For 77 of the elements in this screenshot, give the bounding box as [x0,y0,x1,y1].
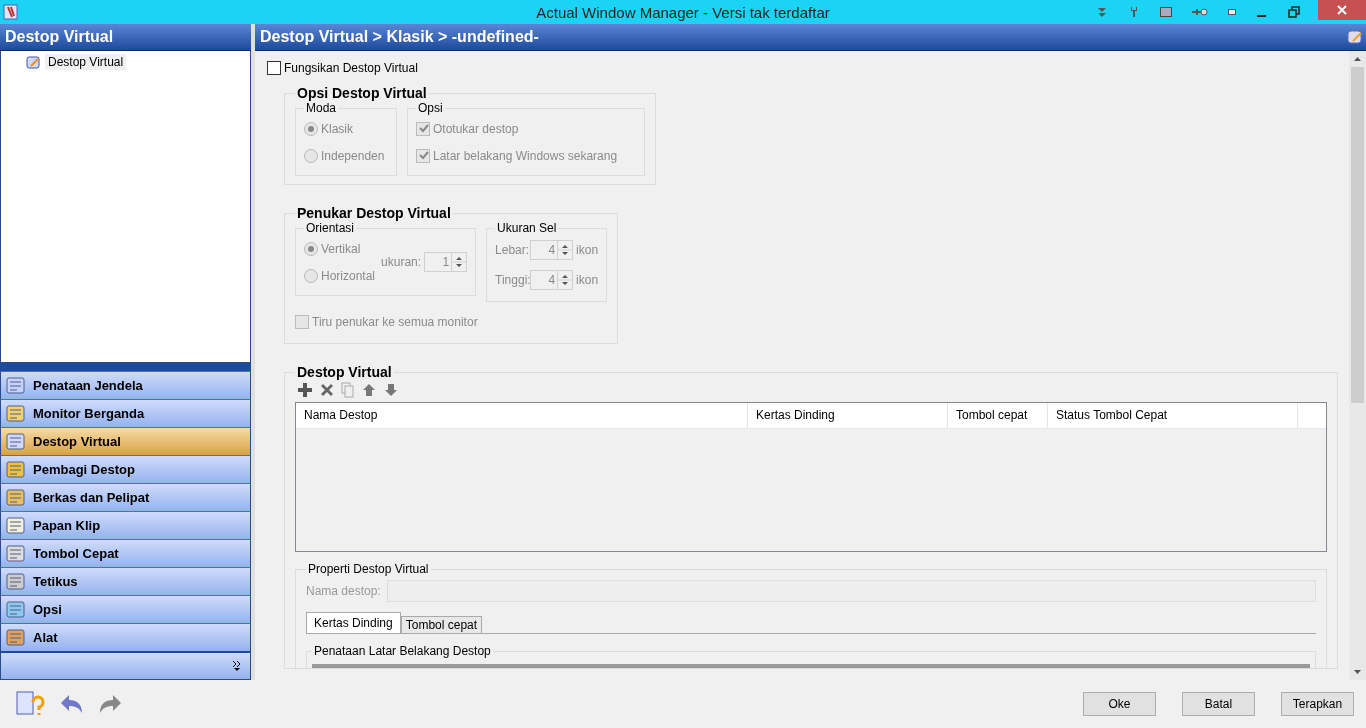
column-header[interactable]: Status Tombol Cepat [1048,403,1298,428]
nav-icon [5,459,27,480]
restore-icon[interactable] [1288,6,1300,18]
close-button[interactable] [1318,0,1366,20]
chevrons-icon[interactable] [232,660,242,672]
nav-icon [5,627,27,648]
desktop-pencil-icon [26,55,41,69]
checkbox[interactable] [267,61,281,75]
arrow-down-icon[interactable] [383,382,399,398]
checkbox-label: Ototukar destop [433,121,519,136]
scroll-thumb[interactable] [1351,67,1364,403]
unit-label: ikon [576,273,599,287]
minimize-tray-icon[interactable] [1228,9,1236,15]
dialog-button[interactable]: Batal [1182,692,1255,716]
group-title: Opsi [417,101,444,115]
tree-item[interactable]: Destop Virtual [45,54,127,70]
field-label: ukuran: [381,255,422,269]
delete-icon[interactable] [319,382,335,398]
nav-icon [5,599,27,620]
nav-icon [5,487,27,508]
splitter-handle[interactable] [0,363,251,371]
group-title: Orientasi [305,221,356,235]
desktop-pencil-icon [1347,29,1363,45]
nav-item[interactable]: Papan Klip [0,511,251,539]
nav-item[interactable]: Berkas dan Pelipat [0,483,251,511]
column-header[interactable]: Nama Destop [296,403,748,428]
nav-item[interactable]: Tetikus [0,567,251,595]
panel-title: Destop Virtual [5,28,114,46]
group-title: Penukar Destop Virtual [296,205,452,221]
unit-label: ikon [576,243,599,257]
group-title: Moda [305,101,338,115]
nav-icon [5,571,27,592]
checkbox-label: Latar belakang Windows sekarang [433,148,618,163]
nav-icon [5,515,27,536]
nav-icon [5,431,27,452]
close-icon [1337,5,1347,15]
nav-item[interactable]: Destop Virtual [0,427,251,455]
add-icon[interactable] [297,382,313,398]
scrollbar[interactable] [1349,51,1366,680]
group-title: Destop Virtual [296,364,393,380]
group-title: Ukuran Sel [496,221,558,235]
column-header[interactable]: Kertas Dinding [748,403,948,428]
column-header[interactable]: Tombol cepat [948,403,1048,428]
breadcrumb: Destop Virtual > Klasik > -undefined- [260,28,539,46]
field-label: Lebar: [495,243,528,257]
dialog-button[interactable]: Terapkan [1281,692,1354,716]
group-title: Opsi Destop Virtual [296,85,428,101]
tab[interactable]: Kertas Dinding [306,612,401,633]
nav-item[interactable]: Alat [0,623,251,651]
nav-item[interactable]: Penataan Jendela [0,371,251,399]
wrench-icon[interactable] [1128,6,1140,18]
dialog-button[interactable]: Oke [1083,692,1156,716]
pin-icon[interactable] [1192,7,1208,17]
nav-item[interactable]: Opsi [0,595,251,623]
window-title: Actual Window Manager - Versi tak terdaftar [536,3,830,21]
field-label: Tinggi: [495,273,528,287]
nav-icon [5,375,27,396]
nav-item[interactable]: Pembagi Destop [0,455,251,483]
radio-label: Klasik [321,121,353,136]
nav-icon [5,543,27,564]
radio-label: Vertikal [321,241,361,256]
nav-item[interactable]: Monitor Berganda [0,399,251,427]
radio-label: Independen [321,148,385,163]
app-icon [3,4,19,20]
nav-icon [5,403,27,424]
checkbox-label: Tiru penukar ke semua monitor [312,314,478,329]
arrow-up-icon[interactable] [361,382,377,398]
group-title: Properti Destop Virtual [307,562,430,576]
transparency-icon[interactable] [1160,7,1172,17]
chevron-down-icon[interactable] [1096,6,1108,18]
tab[interactable]: Tombol cepat [400,616,483,633]
help-icon[interactable] [15,690,45,718]
radio-label: Horizontal [321,268,376,283]
checkbox-label: Fungsikan Destop Virtual [284,61,418,75]
nav-item[interactable]: Tombol Cepat [0,539,251,567]
field-label: Nama destop: [306,584,381,598]
group-title: Penataan Latar Belakang Destop [313,644,492,658]
